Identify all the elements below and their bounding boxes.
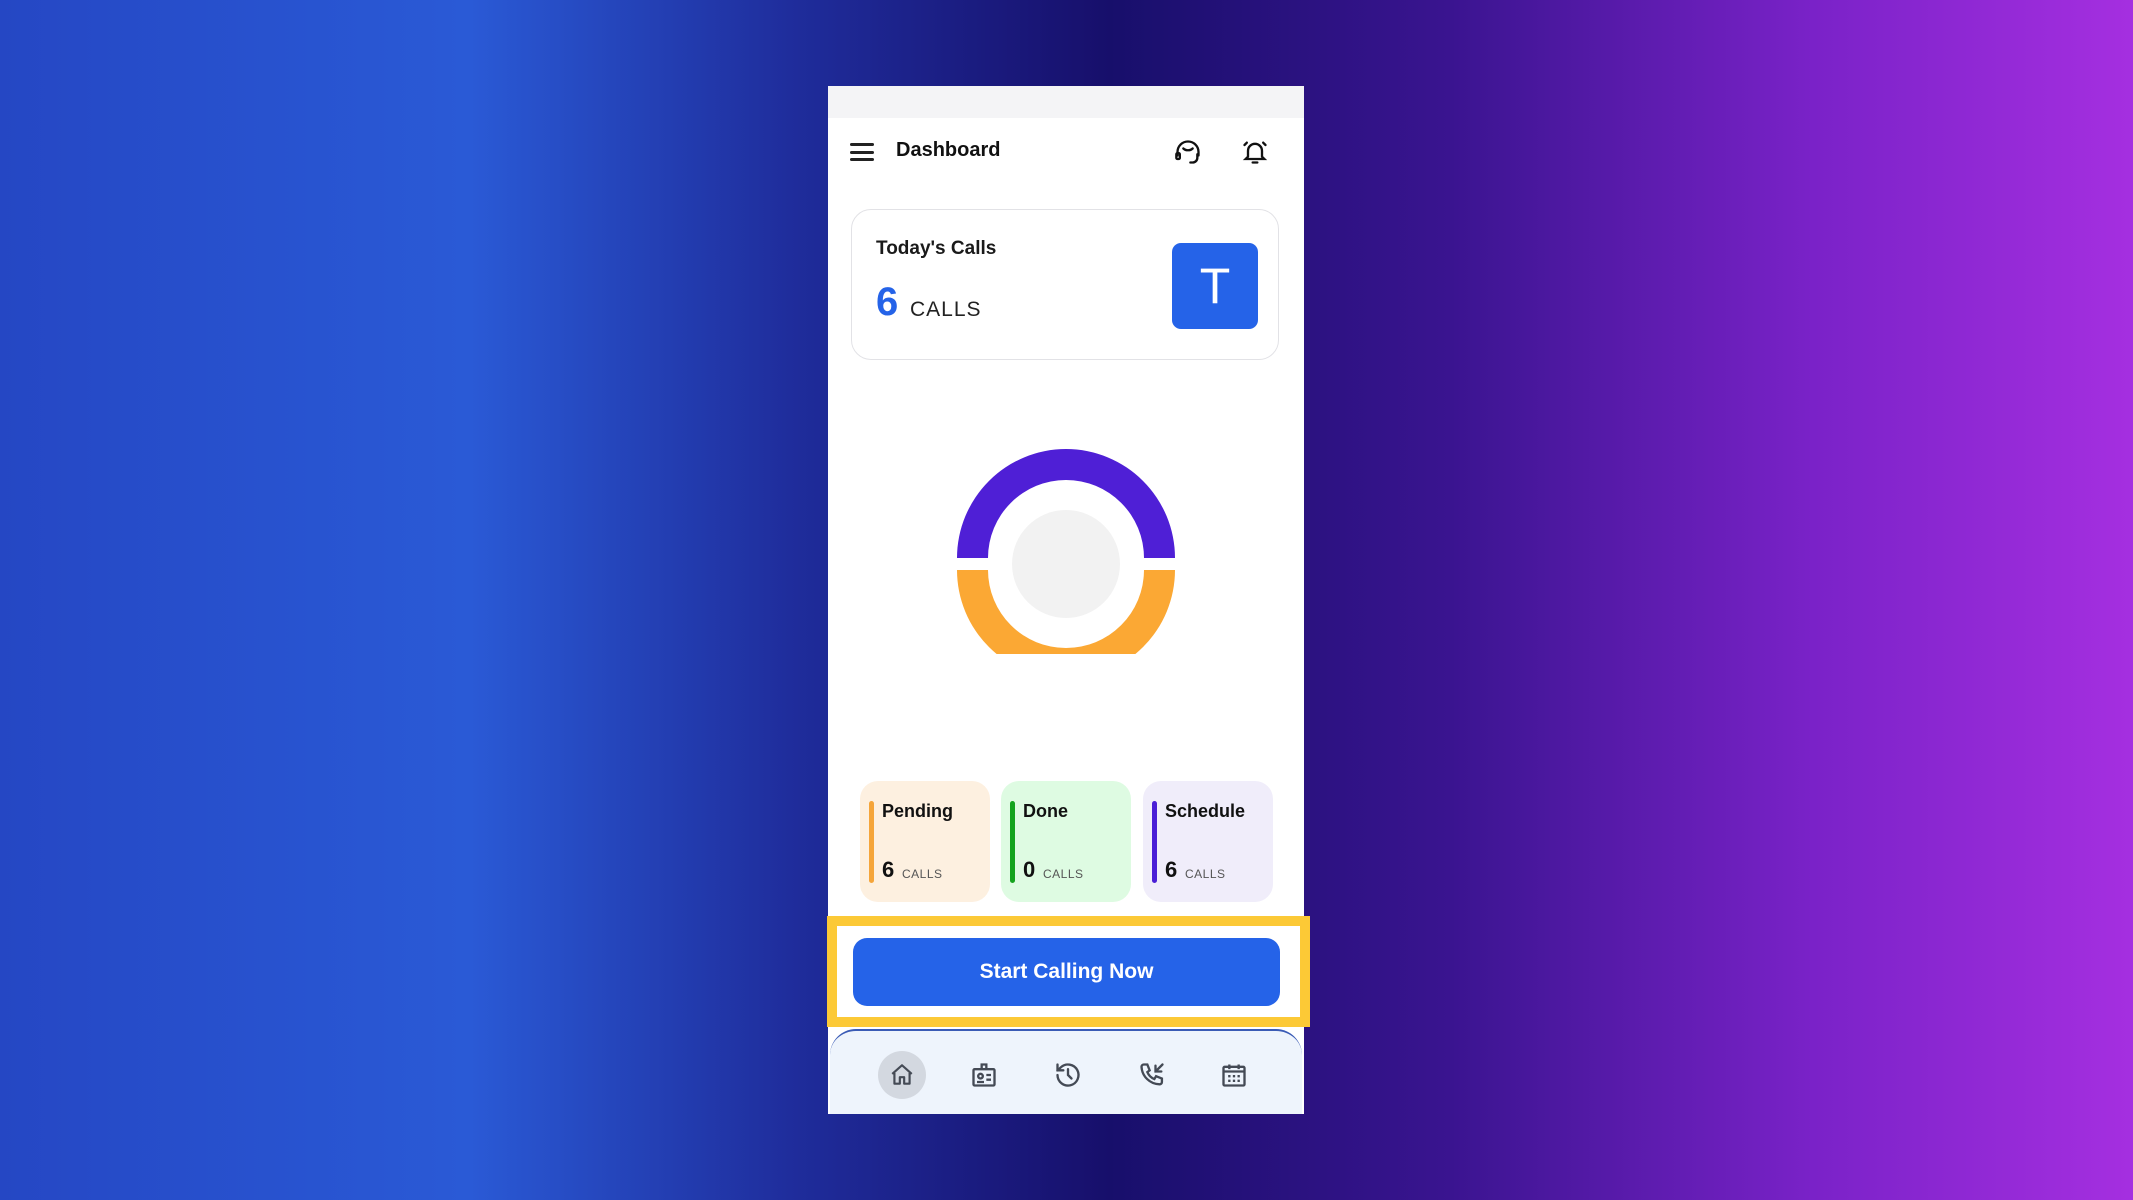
stat-count: 6 xyxy=(1165,857,1178,882)
stat-count: 6 xyxy=(882,857,895,882)
nav-incoming-calls[interactable] xyxy=(1128,1051,1176,1099)
todays-calls-count: 6 xyxy=(876,280,899,324)
stat-accent-bar xyxy=(1152,801,1157,883)
stat-card-done[interactable]: Done 0 CALLS xyxy=(1001,781,1131,902)
stat-card-schedule[interactable]: Schedule 6 CALLS xyxy=(1143,781,1273,902)
todays-calls-card: Today's Calls 6 CALLS T xyxy=(851,209,1279,360)
headset-icon[interactable] xyxy=(1174,138,1202,166)
stat-unit: CALLS xyxy=(902,867,943,881)
stat-card-pending[interactable]: Pending 6 CALLS xyxy=(860,781,990,902)
calls-donut-chart xyxy=(957,449,1175,654)
nav-calendar[interactable] xyxy=(1210,1051,1258,1099)
stat-count: 0 xyxy=(1023,857,1036,882)
avatar[interactable]: T xyxy=(1172,243,1258,329)
stat-accent-bar xyxy=(1010,801,1015,883)
stat-name: Done xyxy=(1023,801,1068,821)
bottom-navigation xyxy=(830,1029,1302,1114)
todays-calls-label: Today's Calls xyxy=(876,238,997,259)
nav-contacts[interactable] xyxy=(960,1051,1008,1099)
page-title: Dashboard xyxy=(896,139,1001,161)
todays-calls-unit: CALLS xyxy=(910,298,982,321)
nav-home[interactable] xyxy=(878,1051,926,1099)
stat-unit: CALLS xyxy=(1185,867,1226,881)
cta-highlight-box xyxy=(827,916,1310,1027)
nav-history[interactable] xyxy=(1044,1051,1092,1099)
incoming-call-icon xyxy=(1140,1063,1164,1086)
history-icon xyxy=(1056,1063,1080,1087)
stat-unit: CALLS xyxy=(1043,867,1084,881)
stat-name: Pending xyxy=(882,801,953,821)
status-bar xyxy=(828,86,1304,118)
hamburger-menu-icon[interactable] xyxy=(850,143,874,161)
contact-card-icon xyxy=(972,1063,996,1087)
home-icon xyxy=(891,1064,913,1085)
stat-name: Schedule xyxy=(1165,801,1246,821)
calendar-icon xyxy=(1222,1064,1246,1087)
stat-accent-bar xyxy=(869,801,874,883)
bell-ringing-icon[interactable] xyxy=(1241,138,1269,166)
donut-center xyxy=(1012,510,1120,618)
